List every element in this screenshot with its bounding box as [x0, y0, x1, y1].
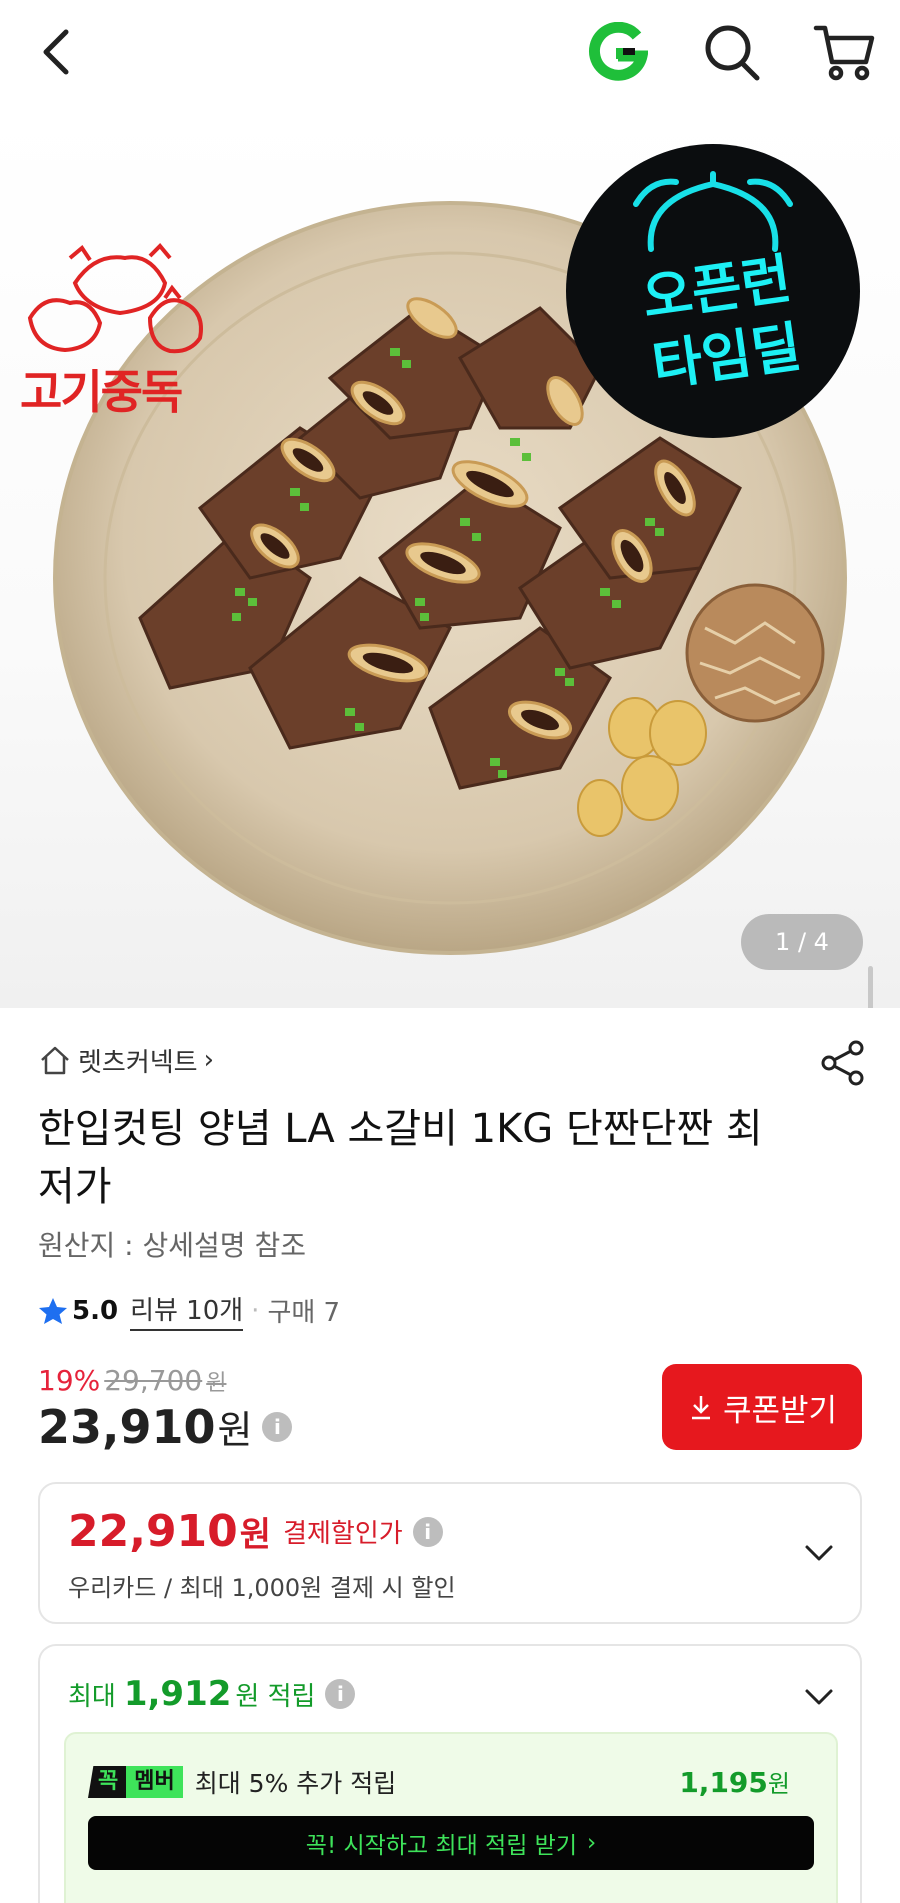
- price-block: 19% 29,700 원 23,910 원 i: [38, 1364, 293, 1454]
- product-origin: 원산지 : 상세설명 참조: [38, 1229, 306, 1262]
- shop-name: 렛츠커넥트: [78, 1047, 198, 1078]
- info-icon[interactable]: i: [412, 1516, 443, 1547]
- original-price: 29,700: [104, 1364, 203, 1397]
- member-benefit-box: 꼭 멤버 최대 5% 추가 적립 1,195원 꼭! 시작하고 최대 적립 받기…: [64, 1732, 838, 1903]
- member-points-amount: 1,195원: [679, 1766, 790, 1799]
- rating-score: 5.0: [72, 1295, 119, 1326]
- sale-price-unit: 원: [217, 1408, 253, 1452]
- separator-dot: ·: [251, 1295, 260, 1326]
- brand-logo-text: 고기중독: [20, 365, 183, 419]
- discount-price: 22,910: [68, 1506, 238, 1557]
- member-start-label: 꼭! 시작하고 최대 적립 받기: [305, 1833, 578, 1859]
- chevron-down-icon[interactable]: [802, 1536, 836, 1570]
- share-icon[interactable]: [820, 1040, 866, 1086]
- sale-price: 23,910: [38, 1399, 216, 1454]
- chevron-down-icon[interactable]: [802, 1680, 836, 1714]
- product-image-carousel[interactable]: 고기중독 오픈런 타임딜 1 / 4: [0, 108, 900, 1008]
- product-title: 한입컷팅 양념 LA 소갈비 1KG 단짠단짠 최저가: [38, 1106, 763, 1210]
- payment-discount-card[interactable]: 22,910 원 결제할인가 i 우리카드 / 최대 1,000원 결제 시 할…: [38, 1482, 862, 1624]
- chevron-right-icon: ›: [203, 1045, 215, 1075]
- original-price-unit: 원: [206, 1371, 227, 1396]
- member-benefit-text: 최대 5% 추가 적립: [194, 1769, 397, 1798]
- info-icon[interactable]: i: [262, 1411, 293, 1442]
- review-link[interactable]: 리뷰 10개: [130, 1290, 244, 1331]
- purchase-count: 구매 7: [267, 1298, 341, 1328]
- download-icon: [691, 1396, 710, 1420]
- search-icon[interactable]: [702, 22, 762, 82]
- member-badge-part1: 꼭: [88, 1766, 127, 1798]
- coupon-download-button[interactable]: 쿠폰받기: [662, 1364, 862, 1450]
- top-app-bar: [0, 0, 900, 108]
- discount-percent: 19%: [38, 1364, 101, 1397]
- home-icon: [41, 1046, 69, 1075]
- member-badge-part2: 멤버: [126, 1766, 183, 1798]
- coupon-button-label: 쿠폰받기: [722, 1392, 838, 1429]
- points-suffix: 원 적립: [235, 1681, 316, 1712]
- cart-icon[interactable]: [812, 20, 876, 84]
- member-start-button[interactable]: 꼭! 시작하고 최대 적립 받기 ›: [88, 1816, 814, 1870]
- points-amount: 1,912: [123, 1674, 232, 1714]
- rating-row: 5.0 리뷰 10개 · 구매 7: [38, 1290, 340, 1331]
- timedeal-badge: 오픈런 타임딜: [566, 144, 860, 438]
- chevron-left-icon[interactable]: [34, 22, 84, 82]
- discount-description: 우리카드 / 최대 1,000원 결제 시 할인: [68, 1574, 456, 1602]
- star-icon: [39, 1297, 67, 1324]
- chevron-right-icon: ›: [587, 1830, 597, 1856]
- discount-price-label: 결제할인가: [283, 1519, 403, 1549]
- carousel-scrollbar: [868, 966, 873, 1008]
- g-logo-icon[interactable]: [588, 22, 648, 82]
- carousel-page-indicator: 1 / 4: [741, 914, 863, 970]
- shop-link[interactable]: 렛츠커넥트 ›: [38, 1040, 214, 1080]
- discount-price-unit: 원: [239, 1515, 272, 1555]
- points-card[interactable]: 최대 1,912 원 적립 i 꼭 멤버 최대 5% 추가 적립 1,195원 …: [38, 1644, 862, 1903]
- member-badge: 꼭 멤버: [88, 1765, 183, 1799]
- info-icon[interactable]: i: [325, 1679, 356, 1709]
- points-prefix: 최대: [68, 1681, 116, 1712]
